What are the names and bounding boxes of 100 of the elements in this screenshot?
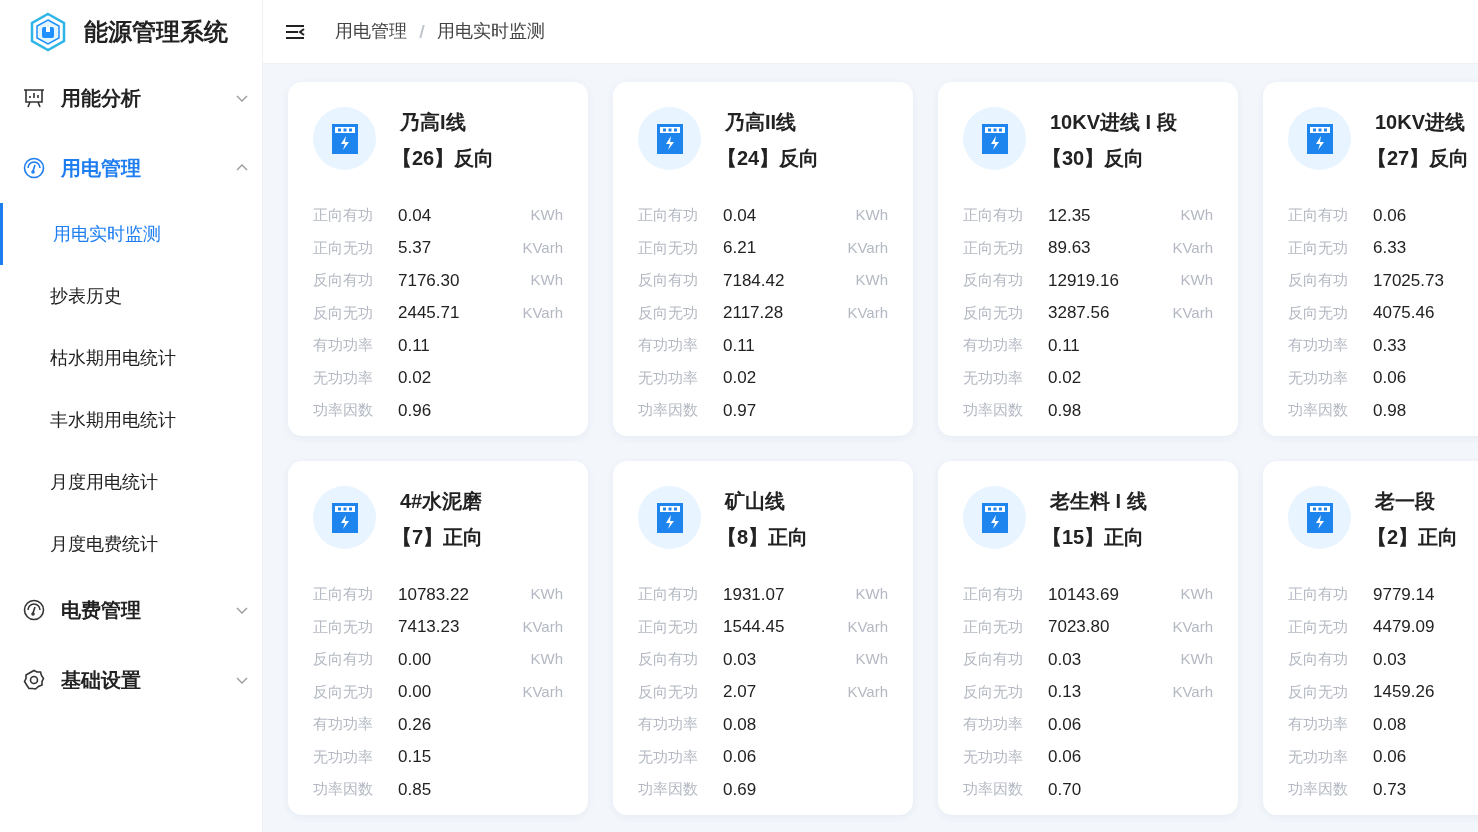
metric-unit: KVarh [847, 616, 888, 637]
gauge-icon [23, 599, 45, 621]
metric-label: 正向无功 [638, 616, 699, 637]
metric-value: 0.06 [1048, 713, 1083, 736]
submenu-item[interactable]: 丰水期用电统计 [0, 389, 262, 451]
metric-label: 反向无功 [313, 681, 374, 702]
metric-value: 0.04 [398, 204, 433, 227]
card-subtitle: 【24】反向 [717, 146, 820, 171]
metric-label: 正向有功 [963, 205, 1024, 225]
metric-unit: KWh [855, 649, 888, 669]
metric-label: 有功功率 [963, 714, 1024, 734]
metric-unit: KVarh [1172, 616, 1213, 637]
metric-value: 0.06 [723, 746, 758, 768]
metric-label: 正向有功 [963, 584, 1024, 604]
metric-label: 反向有功 [638, 270, 699, 290]
menu-group[interactable]: 电费管理 [0, 575, 262, 645]
metric-label: 正向无功 [638, 237, 699, 258]
metric-value: 1931.07 [723, 583, 786, 606]
card-title: 老一段 [1375, 489, 1436, 514]
metric-label: 正向无功 [963, 616, 1024, 637]
metric-label: 反向有功 [638, 649, 699, 669]
breadcrumb-link[interactable]: 用电实时监测 [437, 18, 545, 45]
metric-unit: KWh [855, 270, 888, 290]
menu-icon[interactable] [285, 23, 305, 40]
metric-value: 0.03 [723, 648, 758, 671]
metric-value: 0.03 [1048, 648, 1083, 671]
submenu-item[interactable]: 月度用电统计 [0, 451, 262, 513]
metric-label: 功率因数 [638, 779, 699, 799]
card-subtitle: 【2】正向 [1367, 525, 1459, 550]
metric-label: 反向有功 [313, 270, 374, 290]
card-title: 矿山线 [725, 489, 786, 514]
metric-value: 7413.23 [398, 616, 461, 638]
metric-unit: KVarh [522, 616, 563, 637]
metric-value: 0.13 [1048, 681, 1083, 703]
metric-value: 7184.42 [723, 269, 786, 292]
metric-label: 功率因数 [313, 400, 374, 420]
metric-label: 正向有功 [313, 205, 374, 225]
metric-value: 17025.73 [1373, 269, 1445, 292]
metric-value: 0.26 [398, 713, 433, 736]
metric-value: 0.97 [723, 399, 758, 422]
metric-label: 功率因数 [1288, 779, 1349, 799]
metric-label: 功率因数 [638, 400, 699, 420]
breadcrumb-link[interactable]: 用电管理 [335, 18, 407, 45]
card-title: 4#水泥磨 [400, 489, 484, 514]
metric-value: 0.70 [1048, 778, 1083, 801]
metric-label: 正向有功 [638, 584, 699, 604]
metric-label: 无功功率 [638, 746, 699, 767]
submenu-item[interactable]: 枯水期用电统计 [0, 327, 262, 389]
metric-value: 10783.22 [398, 583, 470, 606]
card-title: 老生料 I 线 [1050, 489, 1147, 514]
metric-value: 1544.45 [723, 616, 786, 638]
metric-label: 反向无功 [963, 302, 1024, 323]
metric-value: 2.07 [723, 681, 758, 703]
metric-label: 反向无功 [638, 302, 699, 323]
metric-label: 反向有功 [1288, 270, 1349, 290]
metric-label: 反向有功 [1288, 649, 1349, 669]
metric-value: 2117.28 [723, 302, 785, 324]
metric-value: 0.06 [1048, 746, 1083, 768]
metric-value: 12.35 [1048, 204, 1092, 227]
metric-label: 正向有功 [1288, 205, 1349, 225]
metric-value: 0.06 [1373, 204, 1408, 227]
metric-value: 0.02 [398, 367, 433, 389]
submenu-item[interactable]: 月度电费统计 [0, 513, 262, 575]
metric-unit: KWh [530, 584, 563, 604]
menu-group[interactable]: 基础设置 [0, 645, 262, 715]
metric-label: 无功功率 [963, 367, 1024, 388]
card-title: 乃高II线 [725, 110, 798, 135]
metric-value: 6.33 [1373, 237, 1408, 259]
metric-label: 功率因数 [963, 400, 1024, 420]
card-subtitle: 【7】正向 [392, 525, 484, 550]
card-subtitle: 【15】正向 [1042, 525, 1146, 550]
metric-label: 无功功率 [313, 367, 374, 388]
settings-icon [23, 669, 45, 691]
metric-label: 反向有功 [963, 270, 1024, 290]
metric-label: 功率因数 [963, 779, 1024, 799]
metric-value: 0.11 [398, 334, 431, 357]
metric-label: 反向无功 [963, 681, 1024, 702]
submenu-item[interactable]: 抄表历史 [0, 265, 262, 327]
metric-value: 0.15 [398, 746, 433, 768]
metric-value: 1459.26 [1373, 681, 1436, 703]
metric-unit: KWh [1180, 270, 1213, 290]
metric-unit: KVarh [522, 681, 563, 702]
metric-label: 正向无功 [313, 237, 374, 258]
metric-unit: KWh [855, 205, 888, 225]
metric-value: 0.04 [723, 204, 758, 227]
menu-group[interactable]: 用电管理 [0, 133, 262, 203]
metric-value: 0.06 [1373, 746, 1408, 768]
metric-label: 功率因数 [1288, 400, 1349, 420]
metric-unit: KWh [530, 270, 563, 290]
card-subtitle: 【26】反向 [392, 146, 495, 171]
metric-label: 反向无功 [313, 302, 374, 323]
metric-label: 反向无功 [1288, 302, 1349, 323]
metric-label: 反向无功 [638, 681, 699, 702]
metric-label: 正向无功 [963, 237, 1024, 258]
metric-value: 0.03 [1373, 648, 1408, 671]
metric-value: 4075.46 [1373, 302, 1436, 324]
menu-group[interactable]: 用能分析 [0, 63, 262, 133]
metric-label: 有功功率 [313, 714, 374, 734]
metric-value: 12919.16 [1048, 269, 1120, 292]
metric-value: 0.11 [1048, 334, 1081, 357]
